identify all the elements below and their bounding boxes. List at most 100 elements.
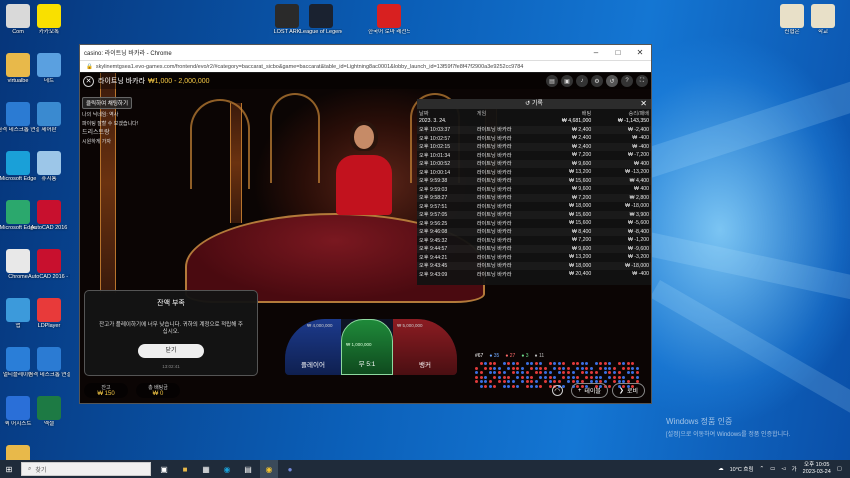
search-box[interactable]: ⌕ 찾기 [21, 462, 151, 476]
chat-button[interactable]: 클릭하여 채팅하기 [82, 97, 133, 109]
road-bead [548, 362, 552, 365]
road-bead [530, 362, 534, 365]
road-bead [530, 375, 534, 379]
road-bead [493, 384, 497, 388]
desktop-icon[interactable]: 휴지통 [28, 151, 70, 183]
task-view-icon[interactable]: ▣ [155, 460, 173, 478]
browser-window[interactable]: casino: 라이트닝 바카라 - Chrome – □ ✕ 🔒 skylin… [79, 44, 652, 404]
desktop-icon[interactable]: LDPlayer [28, 298, 70, 330]
volume-icon[interactable]: ◅ [781, 466, 785, 472]
chat-panel: 클릭하여 채팅하기 나의 닉네임: 역사 파이팅 잘할 수 보겠습니다! 드리스… [82, 97, 167, 148]
history-row: 오후 9:43:45 라이트닝 바카라 ₩ 18,000 ₩ -18,000 [417, 261, 651, 270]
app-icon[interactable]: ▦ [197, 460, 215, 478]
store-icon[interactable]: ▤ [239, 460, 257, 478]
lost-ark-icon [275, 4, 299, 28]
discord-icon[interactable]: ● [281, 460, 299, 478]
remote-desktop-icon [37, 347, 61, 371]
desktop: Com카카오톡virtualbe네트원격 데스크톱 연결제어판Microsoft… [0, 0, 850, 460]
fullscreen-icon[interactable]: ⛶ [636, 75, 648, 87]
road-bead [580, 371, 584, 374]
banker-bet-zone[interactable]: ₩ 5,000,000 뱅커 [393, 319, 457, 375]
desktop-icon[interactable]: 한국어 로마 레전드 [368, 4, 410, 36]
desktop-icon[interactable]: 원격 데스크톱 연결 [28, 347, 70, 379]
kakaotalk-icon [37, 4, 61, 28]
desktop-icon[interactable]: AutoCAD 2016 - 한 [28, 249, 70, 281]
address-bar[interactable]: 🔒 skylinemtgsea1.evo-games.com/frontend/… [80, 60, 651, 72]
road-bead [484, 375, 488, 379]
bet-cell: ₩ 18,000 [569, 203, 592, 210]
close-game-icon[interactable]: ✕ [83, 75, 94, 87]
network-icon[interactable]: ▭ [770, 466, 775, 472]
maximize-button[interactable]: □ [607, 48, 629, 57]
road-bead [608, 362, 612, 365]
edge-icon [6, 200, 30, 224]
help-icon[interactable]: ? [621, 75, 633, 87]
browser-titlebar[interactable]: casino: 라이트닝 바카라 - Chrome – □ ✕ [80, 45, 651, 60]
multiplayer-icon [6, 347, 30, 371]
computer-icon [6, 4, 30, 28]
history-close-icon[interactable]: ✕ [640, 99, 647, 109]
desktop-icon[interactable]: AutoCAD 2016 [28, 200, 70, 232]
road-bead [493, 362, 497, 365]
wallpaper-beam [640, 69, 850, 179]
minimize-button[interactable]: – [585, 48, 607, 57]
video-icon[interactable]: ▣ [561, 75, 573, 87]
desktop-icon[interactable]: 카카오톡 [28, 4, 70, 36]
tables-button[interactable]: + 테이블 [570, 383, 608, 398]
desktop-icon[interactable]: 학교 [802, 4, 844, 36]
clock[interactable]: 오후 10:05 2023-03-24 [803, 462, 831, 476]
chat-icon[interactable]: ▤ [546, 75, 558, 87]
road-bead [498, 380, 501, 383]
road-bead [493, 366, 497, 370]
desktop-icon[interactable]: 네트 [28, 53, 70, 85]
close-button[interactable]: ✕ [629, 48, 651, 57]
road-bead [626, 371, 630, 374]
road-bead [636, 366, 639, 370]
edge-icon[interactable]: ◉ [218, 460, 236, 478]
game-cell: 라이트닝 바카라 [476, 220, 512, 227]
player-bet-zone[interactable]: ₩ 4,000,000 플레이어 [285, 319, 341, 375]
ime-icon[interactable]: 가 [792, 465, 797, 473]
dialog-message: 잔고가 플레이하기에 너무 낮습니다. 귀하의 계정으로 적립해 주십시오. [99, 322, 243, 335]
file-explorer-icon[interactable]: ■ [176, 460, 194, 478]
desktop-icon-label: 제어판 [41, 127, 57, 133]
settings-icon[interactable]: ⚙ [591, 75, 603, 87]
history-icon[interactable]: ↺ [606, 75, 618, 87]
road-bead [484, 366, 488, 370]
arch-decoration [190, 99, 250, 189]
road-bead [511, 366, 515, 370]
notification-icon[interactable]: ▢ [837, 466, 842, 472]
desktop-icon[interactable]: League of Legends [300, 4, 342, 36]
tie-stat: ₩ 1,000,000 [346, 342, 372, 347]
bet-cell: ₩ 13,200 [569, 169, 592, 176]
total-bet-display: 총 배팅금 ₩ 0 [136, 383, 180, 398]
league-icon [309, 4, 333, 28]
wallpaper-beam [650, 280, 850, 418]
road-bead [594, 375, 598, 379]
desktop-icon[interactable]: Photos [0, 445, 39, 460]
history-row: 오후 10:00:52 라이트닝 바카라 ₩ 9,600 ₩ 400 [417, 159, 651, 168]
lobby-button[interactable]: ❯ 로비 [611, 383, 645, 398]
autocad-icon [37, 249, 61, 273]
history-row: 오후 9:57:51 라이트닝 바카라 ₩ 18,000 ₩ -18,000 [417, 202, 651, 211]
headset-icon[interactable]: ◠ [551, 385, 563, 396]
result-cell: ₩ -18,000 [625, 203, 649, 210]
road-bead [502, 384, 506, 388]
balance-bar: 잔고 ₩ 150 총 배팅금 ₩ 0 [84, 383, 180, 398]
tray-chevron-icon[interactable]: ⌃ [760, 466, 765, 472]
bet-cell: ₩ 20,400 [569, 271, 592, 278]
tie-bet-zone[interactable]: ₩ 1,000,000 무 5:1 [341, 319, 393, 375]
column-header: 게임 [476, 110, 487, 117]
close-dialog-button[interactable]: 닫기 [138, 344, 204, 358]
bet-cell: ₩ 2,400 [538, 125, 594, 134]
arch-decoration [270, 93, 320, 183]
desktop-icon[interactable]: 엑셀 [28, 396, 70, 428]
chrome-icon[interactable]: ◉ [260, 460, 278, 478]
history-date-row: 2023. 3. 24. ₩ 4,681,000 ₩ -1,143,350 [417, 117, 651, 126]
history-row: 오후 9:59:38 라이트닝 바카라 ₩ 15,600 ₩ 4,400 [417, 176, 651, 185]
start-icon[interactable]: ⊞ [0, 460, 18, 478]
sound-icon[interactable]: ♪ [576, 75, 588, 87]
desktop-icon[interactable]: 제어판 [28, 102, 70, 134]
time-cell: 오후 9:57:05 [417, 210, 475, 219]
road-bead [475, 366, 478, 370]
